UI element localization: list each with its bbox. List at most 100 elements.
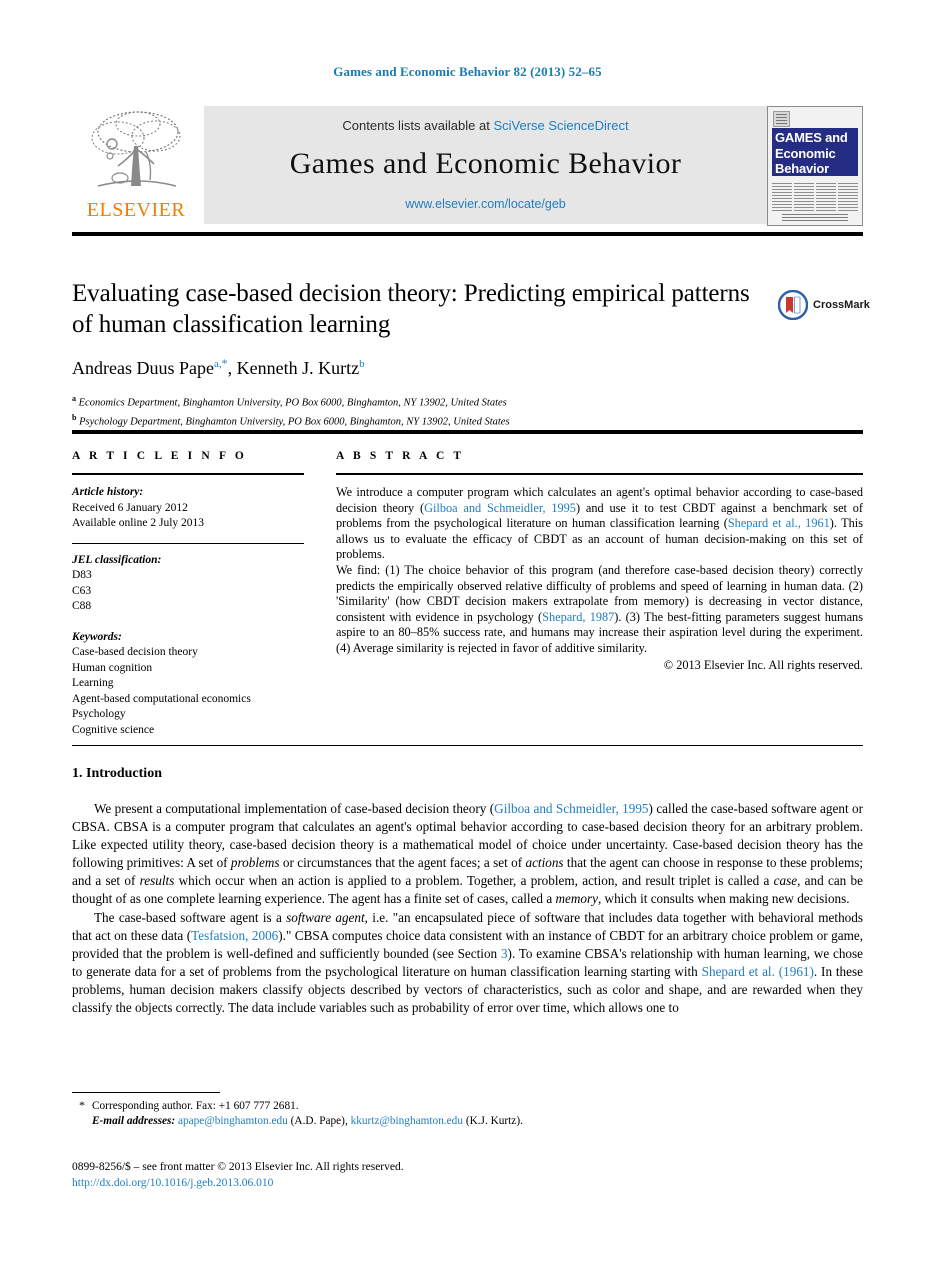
keyword-item: Psychology (72, 708, 126, 720)
term-results: results (139, 873, 175, 889)
jel-code: C63 (72, 584, 92, 597)
author-name-1: Andreas Duus Pape (72, 358, 214, 378)
affiliation-a: a Economics Department, Binghamton Unive… (72, 392, 832, 411)
email-link-pape[interactable]: apape@binghamton.edu (178, 1115, 288, 1127)
citation-shepard-etal-1961[interactable]: Shepard et al., 1961 (728, 516, 830, 530)
journal-url-link[interactable]: www.elsevier.com/locate/geb (204, 197, 767, 211)
crossmark-badge[interactable]: CrossMark (778, 288, 870, 322)
body-paragraph-1: We present a computational implementatio… (72, 800, 863, 909)
journal-masthead: ELSEVIER Contents lists available at Sci… (72, 104, 863, 226)
cover-title-line-1: GAMES and (775, 130, 848, 145)
affiliation-a-mark: a (72, 394, 76, 403)
affiliation-b-mark: b (72, 413, 77, 422)
abstract-heading-rule (336, 473, 863, 475)
term-software-agent: software agent (286, 909, 365, 925)
doi-link[interactable]: http://dx.doi.org/10.1016/j.geb.2013.06.… (72, 1176, 404, 1192)
citation-shepard-1987[interactable]: Shepard, 1987 (542, 610, 614, 624)
email-label: E-mail addresses: (92, 1115, 176, 1127)
section-link-3[interactable]: 3 (501, 946, 508, 961)
author-name-2: , Kenneth J. Kurtz (227, 358, 360, 378)
jel-code: D83 (72, 569, 92, 581)
cover-column (816, 181, 836, 211)
article-info-heading: A R T I C L E I N F O (72, 450, 247, 462)
term-memory: memory (555, 891, 598, 907)
article-info-group-rule (72, 542, 304, 544)
corresponding-author-note: * Corresponding author. Fax: +1 607 777 2… (72, 1098, 772, 1114)
masthead-divider (72, 232, 863, 236)
journal-banner: Contents lists available at SciVerse Sci… (204, 106, 767, 224)
body-p1-part-e: which occur when an action is applied to… (174, 873, 774, 889)
cover-title-line-2: Economic (775, 145, 836, 161)
crossmark-label: CrossMark (813, 299, 870, 311)
affiliation-a-text: Economics Department, Binghamton Univers… (78, 397, 507, 409)
cover-footer-lines (782, 214, 848, 221)
journal-title: Games and Economic Behavior (289, 147, 682, 180)
keywords-group: Keywords: Case-based decision theory Hum… (72, 630, 304, 739)
email-link-kurtz[interactable]: kkurtz@binghamton.edu (351, 1115, 463, 1127)
jel-classification-group: JEL classification: D83 C63 C88 (72, 553, 304, 615)
abstract-paragraph-1: We introduce a computer program which ca… (336, 485, 863, 563)
article-history-group: Article history: Received 6 January 2012… (72, 485, 304, 532)
page-title: Evaluating case-based decision theory: P… (72, 280, 750, 338)
keyword-item: Human cognition (72, 661, 153, 674)
contents-prefix: Contents lists available at (342, 118, 490, 133)
sciencedirect-link[interactable]: SciVerse ScienceDirect (493, 118, 628, 133)
affiliations: a Economics Department, Binghamton Unive… (72, 392, 832, 430)
abstract-heading: A B S T R A C T (336, 450, 465, 462)
cover-publisher-mark-icon (773, 111, 790, 127)
section-heading-introduction: 1. Introduction (72, 766, 162, 781)
article-history-online: Available online 2 July 2013 (72, 517, 205, 529)
issn-copyright-line: 0899-8256/$ – see front matter © 2013 El… (72, 1161, 404, 1173)
article-history-received: Received 6 January 2012 (72, 501, 188, 514)
abstract-paragraph-2: We find: (1) The choice behavior of this… (336, 563, 863, 657)
term-actions: actions (525, 855, 564, 871)
keywords-label: Keywords: (72, 630, 122, 643)
footnote-block: * Corresponding author. Fax: +1 607 777 2… (72, 1098, 772, 1129)
affiliation-b: b Psychology Department, Binghamton Univ… (72, 411, 832, 430)
abstract-top-divider (72, 430, 863, 434)
body-p2-part-a: The case-based software agent is a (94, 909, 287, 925)
cover-title-block: GAMES and Economic Behavior (772, 128, 858, 176)
citation-tesfatsion-2006[interactable]: Tesfatsion, 2006 (191, 928, 278, 943)
email-addresses-note: E-mail addresses: apape@binghamton.edu (… (72, 1114, 772, 1129)
citation-gilboa-schmeidler-1995-body[interactable]: Gilboa and Schmeidler, 1995 (494, 801, 648, 816)
affiliation-b-text: Psychology Department, Binghamton Univer… (79, 416, 510, 428)
abstract-column: A B S T R A C T We introduce a computer … (336, 450, 863, 673)
cover-column (838, 181, 858, 211)
body-p1-part-c: or circumstances that the agent faces; a… (279, 855, 526, 871)
abstract-bottom-divider (72, 745, 863, 746)
footnote-divider (72, 1092, 220, 1093)
body-p1-part-g: , which it consults when making new deci… (597, 891, 850, 907)
keyword-item: Cognitive science (72, 723, 155, 736)
article-info-column: A R T I C L E I N F O Article history: R… (72, 450, 304, 738)
elsevier-wordmark: ELSEVIER (86, 199, 186, 221)
crossmark-icon (778, 290, 808, 320)
keyword-item: Agent-based computational economics (72, 692, 251, 705)
article-info-heading-rule (72, 473, 304, 475)
citation-shepard-etal-1961-body[interactable]: Shepard et al. (1961) (702, 964, 814, 979)
jel-code: C88 (72, 600, 92, 612)
elsevier-logo: ELSEVIER (80, 106, 192, 224)
citation-gilboa-schmeidler-1995[interactable]: Gilboa and Schmeidler, 1995 (424, 501, 576, 515)
corresponding-author-text: Corresponding author. Fax: +1 607 777 26… (92, 1100, 299, 1112)
email-owner-pape: (A.D. Pape), (290, 1115, 348, 1127)
journal-cover-thumbnail[interactable]: GAMES and Economic Behavior (767, 106, 863, 226)
article-first-page: Games and Economic Behavior 82 (2013) 52… (0, 0, 935, 1266)
body-p1-part-a: We present a computational implementatio… (94, 801, 495, 816)
body-paragraph-2: The case-based software agent is a softw… (72, 909, 863, 1018)
term-problems: problems (230, 855, 280, 871)
term-case: case (773, 873, 798, 889)
author-list: Andreas Duus Papea,*, Kenneth J. Kurtzb (72, 356, 772, 379)
keyword-item: Case-based decision theory (72, 646, 198, 658)
cover-text-columns (772, 181, 858, 211)
copyright-line: © 2013 Elsevier Inc. All rights reserved… (663, 657, 863, 672)
corresponding-author-star: * (79, 1098, 85, 1112)
abstract-body: We introduce a computer program which ca… (336, 485, 863, 673)
body-text: We present a computational implementatio… (72, 800, 863, 1017)
elsevier-tree-icon (91, 111, 181, 187)
jel-label: JEL classification: (72, 553, 162, 566)
title-block: Evaluating case-based decision theory: P… (72, 278, 772, 379)
running-head: Games and Economic Behavior 82 (2013) 52… (333, 64, 602, 79)
email-owner-kurtz: (K.J. Kurtz). (465, 1115, 523, 1127)
